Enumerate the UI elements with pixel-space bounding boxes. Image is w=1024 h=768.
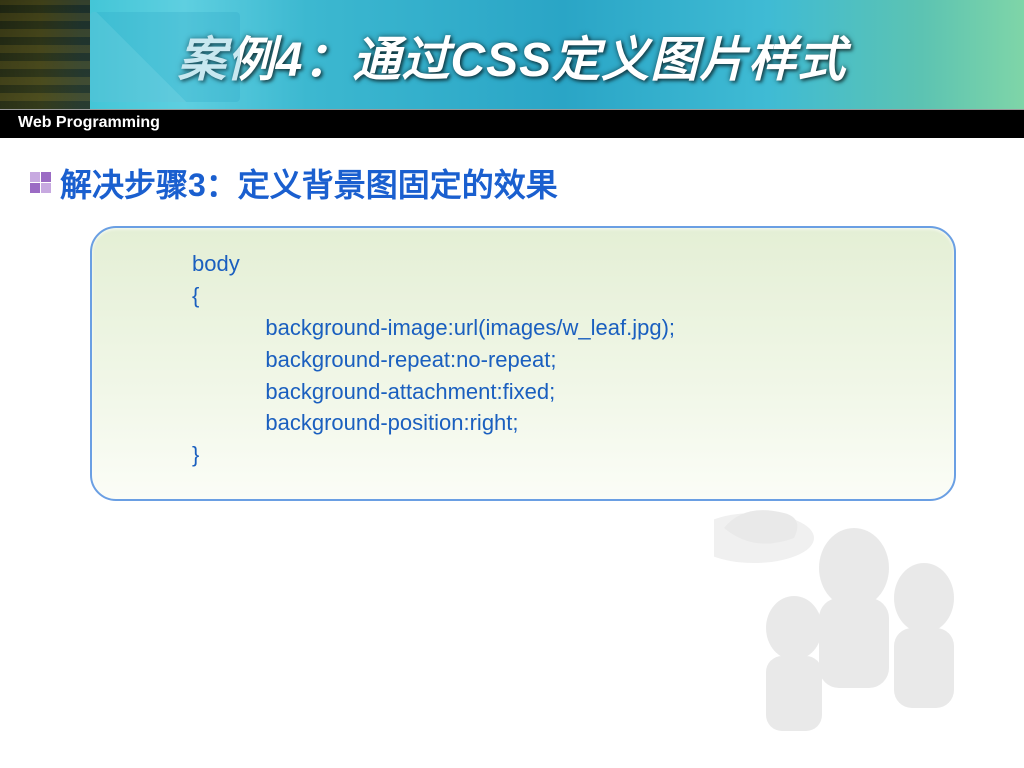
code-line-2: background-repeat:no-repeat;: [265, 347, 556, 372]
subbar-label: Web Programming: [0, 110, 1024, 138]
slide-title: 案例4：通过CSS定义图片样式: [0, 20, 1024, 90]
banner: 案例4：通过CSS定义图片样式: [0, 0, 1024, 110]
section-heading: 解决步骤3：定义背景图固定的效果: [30, 160, 994, 206]
code-box: body { background-image:url(images/w_lea…: [90, 226, 956, 501]
code-open-brace: {: [192, 283, 199, 308]
code-line-1: background-image:url(images/w_leaf.jpg);: [265, 315, 675, 340]
diamond-bullet-icon: [30, 172, 52, 194]
code-selector: body: [192, 251, 240, 276]
content-area: 解决步骤3：定义背景图固定的效果 body { background-image…: [0, 138, 1024, 501]
code-line-4: background-position:right;: [265, 410, 518, 435]
heading-text: 解决步骤3：定义背景图固定的效果: [60, 160, 558, 206]
code-line-3: background-attachment:fixed;: [265, 379, 555, 404]
decorative-illustration: [714, 498, 1014, 758]
code-block: body { background-image:url(images/w_lea…: [192, 248, 924, 471]
code-close-brace: }: [192, 442, 199, 467]
